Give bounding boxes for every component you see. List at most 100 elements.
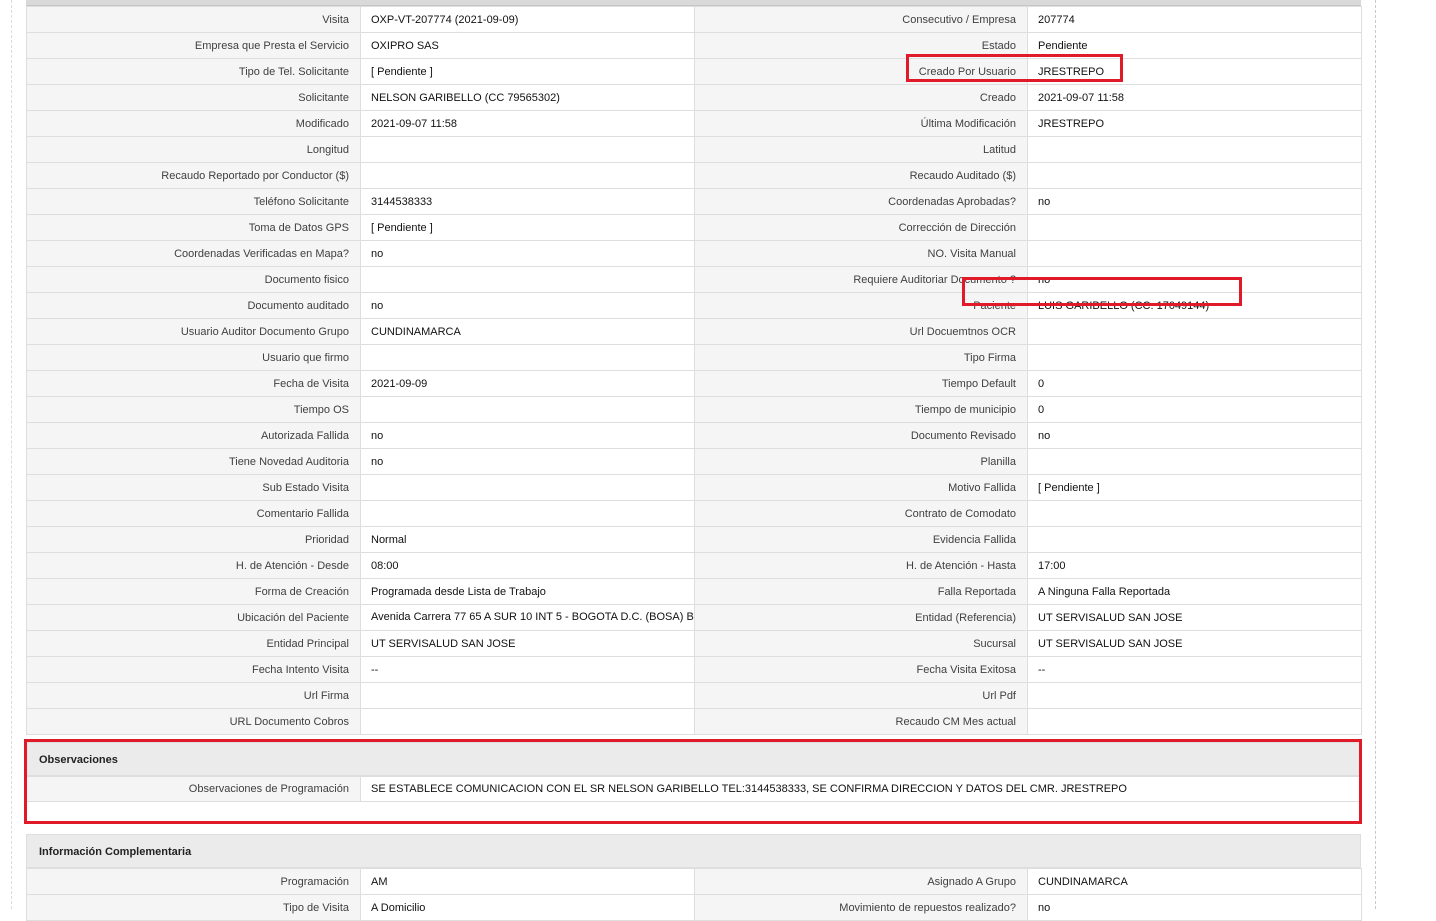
table-row: Sub Estado Visita Motivo Fallida[ Pendien… (26, 474, 1362, 501)
table-row: Tiene Novedad Auditoria no Planilla (26, 448, 1362, 475)
field-value (1027, 214, 1362, 241)
field-value: UT SERVISALUD SAN JOSE (1027, 604, 1362, 631)
table-row: Fecha Intento Visita -- Fecha Visita Exit… (26, 656, 1362, 683)
field-value: [ Pendiente ] (360, 58, 695, 85)
field-value (360, 136, 695, 163)
field-label: Estado (694, 32, 1028, 59)
field-label: Tiempo Default (694, 370, 1028, 397)
table-row: Usuario Auditor Documento Grupo CUNDINAMA… (26, 318, 1362, 345)
field-label: Sucursal (694, 630, 1028, 657)
field-label: Contrato de Comodato (694, 500, 1028, 527)
field-value: 2021-09-09 (360, 370, 695, 397)
field-label: Visita (26, 6, 361, 33)
field-label: Documento Revisado (694, 422, 1028, 449)
table-row: Documento fisico Requiere Auditoriar Docu… (26, 266, 1362, 293)
field-value: SE ESTABLECE COMUNICACION CON EL SR NELS… (360, 776, 1362, 802)
field-label: Forma de Creación (26, 578, 361, 605)
field-label: Fecha Visita Exitosa (694, 656, 1028, 683)
field-value (360, 162, 695, 189)
field-label: Toma de Datos GPS (26, 214, 361, 241)
field-label: Motivo Fallida (694, 474, 1028, 501)
field-value: OXIPRO SAS (360, 32, 695, 59)
table-row: Tipo de Visita A Domicilio Movimiento de r… (26, 894, 1362, 921)
field-label: Sub Estado Visita (26, 474, 361, 501)
field-label: Documento fisico (26, 266, 361, 293)
field-label: Requiere Auditoriar Documento ? (694, 266, 1028, 293)
field-value (360, 500, 695, 527)
field-label: URL Documento Cobros (26, 708, 361, 735)
table-row: Solicitante NELSON GARIBELLO (CC 79565302… (26, 84, 1362, 111)
field-label: Última Modificación (694, 110, 1028, 137)
field-value (1027, 448, 1362, 475)
info-complementaria-section: Información Complementaria Programación A… (26, 834, 1362, 921)
field-value: UT SERVISALUD SAN JOSE (360, 630, 695, 657)
table-row: Forma de Creación Programada desde Lista … (26, 578, 1362, 605)
field-label: Coordenadas Aprobadas? (694, 188, 1028, 215)
field-value: JRESTREPO (1027, 58, 1362, 85)
observaciones-section: Observaciones Observaciones de Programac… (26, 742, 1362, 823)
field-value (360, 708, 695, 735)
field-label: Tiene Novedad Auditoria (26, 448, 361, 475)
field-value (1027, 682, 1362, 709)
field-value: Pendiente (1027, 32, 1362, 59)
field-label: Falla Reportada (694, 578, 1028, 605)
field-value (1027, 344, 1362, 371)
field-value (360, 474, 695, 501)
field-label: Corrección de Dirección (694, 214, 1028, 241)
field-value: CUNDINAMARCA (360, 318, 695, 345)
table-row: Visita OXP-VT-207774 (2021-09-09) Consecut… (26, 6, 1362, 33)
field-label: Tiempo OS (26, 396, 361, 423)
field-value: 08:00 (360, 552, 695, 579)
field-value: 3144538333 (360, 188, 695, 215)
field-label: Asignado A Grupo (694, 868, 1028, 895)
field-label: Fecha de Visita (26, 370, 361, 397)
field-label: Consecutivo / Empresa (694, 6, 1028, 33)
field-label: Solicitante (26, 84, 361, 111)
field-label: Teléfono Solicitante (26, 188, 361, 215)
table-row: Programación AM Asignado A Grupo CUNDINAMAR… (26, 868, 1362, 895)
field-label: Recaudo Reportado por Conductor ($) (26, 162, 361, 189)
field-value: no (360, 448, 695, 475)
table-row: Ubicación del Paciente Avenida Carrera 77… (26, 604, 1362, 631)
field-value: no (360, 422, 695, 449)
table-row: Url Firma Url Pdf (26, 682, 1362, 709)
table-row: Prioridad Normal Evidencia Fallida (26, 526, 1362, 553)
field-value: 0 (1027, 370, 1362, 397)
field-value: 2021-09-07 11:58 (360, 110, 695, 137)
field-label: Paciente (694, 292, 1028, 319)
field-label: Fecha Intento Visita (26, 656, 361, 683)
field-value: [ Pendiente ] (360, 214, 695, 241)
field-label: Movimiento de repuestos realizado? (694, 894, 1028, 921)
field-label: Documento auditado (26, 292, 361, 319)
field-value: Programada desde Lista de Trabajo (360, 578, 695, 605)
table-row: Toma de Datos GPS[ Pendiente ] Corrección… (26, 214, 1362, 241)
field-value: -- (1027, 656, 1362, 683)
table-row: Coordenadas Verificadas en Mapa? no NO. V… (26, 240, 1362, 267)
field-label: Tiempo de municipio (694, 396, 1028, 423)
field-value: no (1027, 188, 1362, 215)
field-value: 207774 (1027, 6, 1362, 33)
field-value: no (1027, 894, 1362, 921)
field-label: Ubicación del Paciente (26, 604, 361, 631)
field-value (360, 266, 695, 293)
field-label: Url Firma (26, 682, 361, 709)
field-value: [ Pendiente ] (1027, 474, 1362, 501)
table-row: Recaudo Reportado por Conductor ($) Recau… (26, 162, 1362, 189)
field-value: 17:00 (1027, 552, 1362, 579)
observaciones-table: Observaciones de Programación SE ESTABLE… (26, 776, 1362, 802)
field-label: Empresa que Presta el Servicio (26, 32, 361, 59)
field-value: -- (360, 656, 695, 683)
field-value: NELSON GARIBELLO (CC 79565302) (360, 84, 695, 111)
field-label: Creado (694, 84, 1028, 111)
field-label: Recaudo CM Mes actual (694, 708, 1028, 735)
field-label: Tipo de Visita (26, 894, 361, 921)
table-row: H. de Atención - Desde 08:00 H. de Atenció… (26, 552, 1362, 579)
field-value: UT SERVISALUD SAN JOSE (1027, 630, 1362, 657)
field-value (1027, 136, 1362, 163)
field-value: AM (360, 868, 695, 895)
table-row: Observaciones de Programación SE ESTABLE… (26, 776, 1362, 802)
table-row: Usuario que firmo Tipo Firma (26, 344, 1362, 371)
visit-details-panel: Visita OXP-VT-207774 (2021-09-09) Consecut… (26, 0, 1362, 735)
field-label: Tipo Firma (694, 344, 1028, 371)
field-label: Modificado (26, 110, 361, 137)
